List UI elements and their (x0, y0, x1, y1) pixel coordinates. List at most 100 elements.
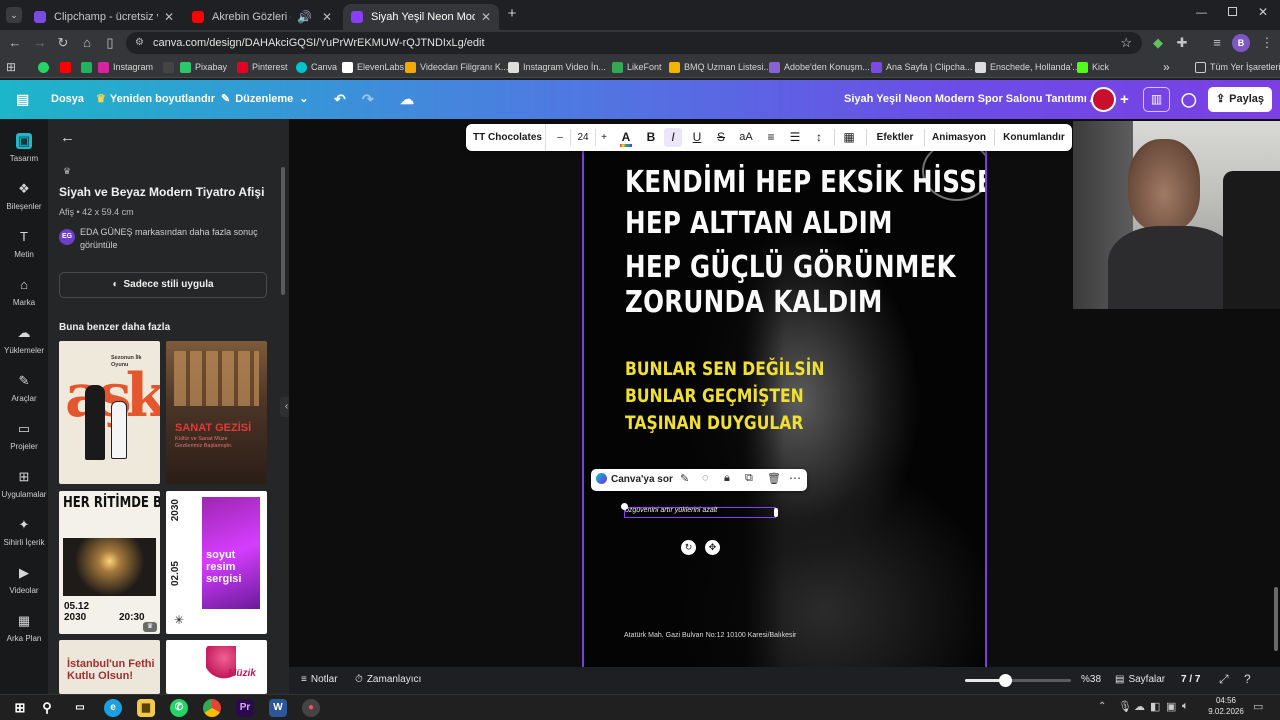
poster-line-1[interactable]: KENDİMİ HEP EKSİK HİSSETTİM (625, 165, 985, 200)
clock-date[interactable]: 9.02.2026 (1204, 707, 1248, 716)
share-button[interactable]: ⇪ Paylaş (1208, 87, 1272, 112)
bold-icon[interactable]: B (642, 124, 660, 151)
font-size-increase-button[interactable]: + (596, 124, 612, 151)
move-handle-icon[interactable]: ✥ (705, 540, 720, 555)
tray-app-icon[interactable]: ◧ (1150, 700, 1160, 713)
poster-yellow-line-1[interactable]: BUNLAR SEN DEĞİLSİN (625, 358, 824, 380)
pages-button[interactable]: ▤ Sayfalar (1115, 674, 1165, 685)
bookmark-item[interactable]: Canva (296, 59, 337, 75)
file-menu-button[interactable]: Dosya (51, 80, 84, 119)
browser-tab-clipchamp[interactable]: Clipchamp - ücretsiz video düz ✕ (26, 4, 182, 30)
close-tab-icon[interactable]: ✕ (322, 10, 332, 24)
task-view-icon[interactable]: ▭ (71, 699, 89, 717)
collaborator-avatar[interactable] (1091, 87, 1116, 112)
reload-icon[interactable]: ↻ (54, 34, 72, 52)
reading-list-icon[interactable]: ≡ (1208, 34, 1226, 52)
effects-button[interactable]: Efektler (872, 124, 918, 151)
italic-icon[interactable]: I (664, 128, 682, 147)
rail-item-magic[interactable]: ✦ Sihirli İçerik (0, 517, 48, 547)
poster-page[interactable]: KENDİMİ HEP EKSİK HİSSETTİM HEP ALTTAN A… (582, 151, 987, 667)
zoom-slider-thumb[interactable] (999, 674, 1012, 687)
template-thumbnail[interactable]: HER RİTİMDE BİR DÜNYA 05.12 2030 20:30 ♛ (59, 491, 160, 634)
align-icon[interactable]: ≡ (762, 124, 780, 151)
bookmark-item[interactable]: Pinterest (237, 59, 288, 75)
bookmark-item[interactable]: BMQ Uzman Listesi... (669, 59, 771, 75)
timer-button[interactable]: ⏱ Zamanlayıcı (355, 674, 421, 685)
bookmark-star-icon[interactable]: ☆ (1120, 32, 1132, 54)
bookmark-item[interactable] (60, 59, 75, 75)
split-view-icon[interactable]: ▯ (101, 34, 119, 52)
template-thumbnail[interactable]: soyut resim sergisi 2030 02.05 ✳ (166, 491, 267, 634)
more-bookmarks-button[interactable]: » (1163, 59, 1170, 75)
resize-button[interactable]: ♛ Yeniden boyutlandır (96, 80, 215, 119)
rail-item-projects[interactable]: ▭ Projeler (0, 421, 48, 451)
spacing-icon[interactable]: ↕ (810, 124, 828, 151)
rail-item-upload[interactable]: ☁ Yüklemeler (0, 325, 48, 355)
resize-handle-left[interactable] (621, 503, 628, 510)
comment-icon[interactable]: ◌ (702, 472, 709, 484)
font-family-dropdown[interactable]: TT Chocolates (470, 124, 546, 151)
bookmark-item[interactable] (38, 59, 53, 75)
fullscreen-icon[interactable]: ⤢ (1219, 672, 1229, 687)
zoom-slider[interactable] (965, 674, 1071, 687)
ask-canva-button[interactable]: Canva'ya sor (596, 469, 673, 491)
close-tab-icon[interactable]: ✕ (164, 10, 174, 24)
browser-tab-youtube[interactable]: Akrebin Gözleri - YouTube 🔊 ✕ (184, 4, 340, 30)
undo-icon[interactable]: ↶ (334, 80, 346, 119)
rail-item-background[interactable]: ▦ Arka Plan (0, 613, 48, 643)
poster-line-2[interactable]: HEP ALTTAN ALDIM (625, 206, 893, 241)
browser-menu-icon[interactable]: ⋮ (1258, 34, 1276, 52)
animate-button[interactable]: Animasyon (930, 124, 988, 151)
template-thumbnail[interactable]: SANAT GEZİSİ Kültür ve Sanat Müze Gezile… (166, 341, 267, 484)
poster-line-3[interactable]: HEP GÜÇLÜ GÖRÜNMEK (625, 250, 956, 285)
bookmark-item[interactable] (81, 59, 96, 75)
lock-icon[interactable]: 🔒︎ (724, 472, 730, 485)
rail-item-elements[interactable]: ❖ Bileşenler (0, 181, 48, 211)
close-window-icon[interactable]: ✕ (1258, 5, 1268, 19)
resize-handle-right[interactable] (774, 508, 778, 517)
redo-icon[interactable]: ↷ (362, 80, 374, 119)
brand-more-link[interactable]: EDA GÜNEŞ markasından daha fazla sonuç g… (80, 226, 260, 252)
panel-scrollbar[interactable] (281, 167, 285, 295)
selected-text[interactable]: özgüvenini artır yüklerini azalt (625, 507, 717, 514)
comments-icon[interactable]: ◯ (1181, 80, 1197, 119)
bookmark-item[interactable]: Pixabay (180, 59, 227, 75)
premiere-icon[interactable]: Pr (236, 699, 254, 717)
volume-icon[interactable]: 🔈︎ (1182, 700, 1189, 713)
rail-item-brand[interactable]: ⌂ Marka (0, 277, 48, 307)
underline-icon[interactable]: U (688, 124, 706, 151)
font-size-decrease-button[interactable]: – (552, 124, 568, 151)
whatsapp-icon[interactable]: ✆ (170, 699, 188, 717)
bookmark-item[interactable]: Ana Sayfa | Clipcha... (871, 59, 972, 75)
extensions-puzzle-icon[interactable]: ✚ (1173, 34, 1191, 52)
taskbar-search-icon[interactable]: ⚲ (38, 699, 56, 717)
notifications-icon[interactable]: ▭ (1253, 700, 1263, 713)
file-explorer-icon[interactable]: ▆ (137, 699, 155, 717)
bookmark-item[interactable]: ElevenLabs (342, 59, 404, 75)
list-icon[interactable]: ☰ (786, 124, 804, 151)
audio-playing-icon[interactable]: 🔊 (297, 10, 312, 24)
rotate-handle-icon[interactable]: ↻ (681, 540, 696, 555)
page-count[interactable]: 7 / 7 (1181, 674, 1200, 685)
edit-mode-button[interactable]: ✎ Düzenleme ⌄ (221, 80, 309, 119)
rail-item-design[interactable]: ▣ Tasarım (0, 133, 48, 163)
rail-item-text[interactable]: T Metin (0, 229, 48, 259)
menu-toggle-icon[interactable]: ▤ (16, 80, 29, 119)
apps-grid-icon[interactable]: ⊞ (6, 59, 16, 75)
selected-text-box[interactable]: özgüvenini artır yüklerini azalt (621, 503, 778, 518)
all-bookmarks-folder[interactable]: Tüm Yer İşaretleri (1195, 59, 1280, 75)
bookmark-item[interactable]: Instagram (98, 59, 153, 75)
forward-arrow-icon[interactable]: → (31, 34, 49, 52)
template-thumbnail[interactable]: Sezonun İlk Oyunu aşk (59, 341, 160, 484)
template-thumbnail[interactable]: Müzik (166, 640, 267, 694)
canvas-scrollbar[interactable] (1274, 587, 1278, 651)
tray-app-icon[interactable]: ☁ (1134, 700, 1145, 713)
notes-button[interactable]: ≡ Notlar (301, 674, 338, 685)
rail-item-tools[interactable]: ✎ Araçlar (0, 373, 48, 403)
apply-style-button[interactable]: ◐ Sadece stili uygula (59, 272, 267, 298)
rail-item-videos[interactable]: ▶ Videolar (0, 565, 48, 595)
browser-tab-canva[interactable]: Siyah Yeşil Neon Modern Spor ✕ (343, 4, 499, 30)
font-size-input[interactable]: 24 (570, 129, 596, 146)
bookmark-item[interactable]: Instagram Video İn... (508, 59, 606, 75)
word-icon[interactable]: W (269, 699, 287, 717)
